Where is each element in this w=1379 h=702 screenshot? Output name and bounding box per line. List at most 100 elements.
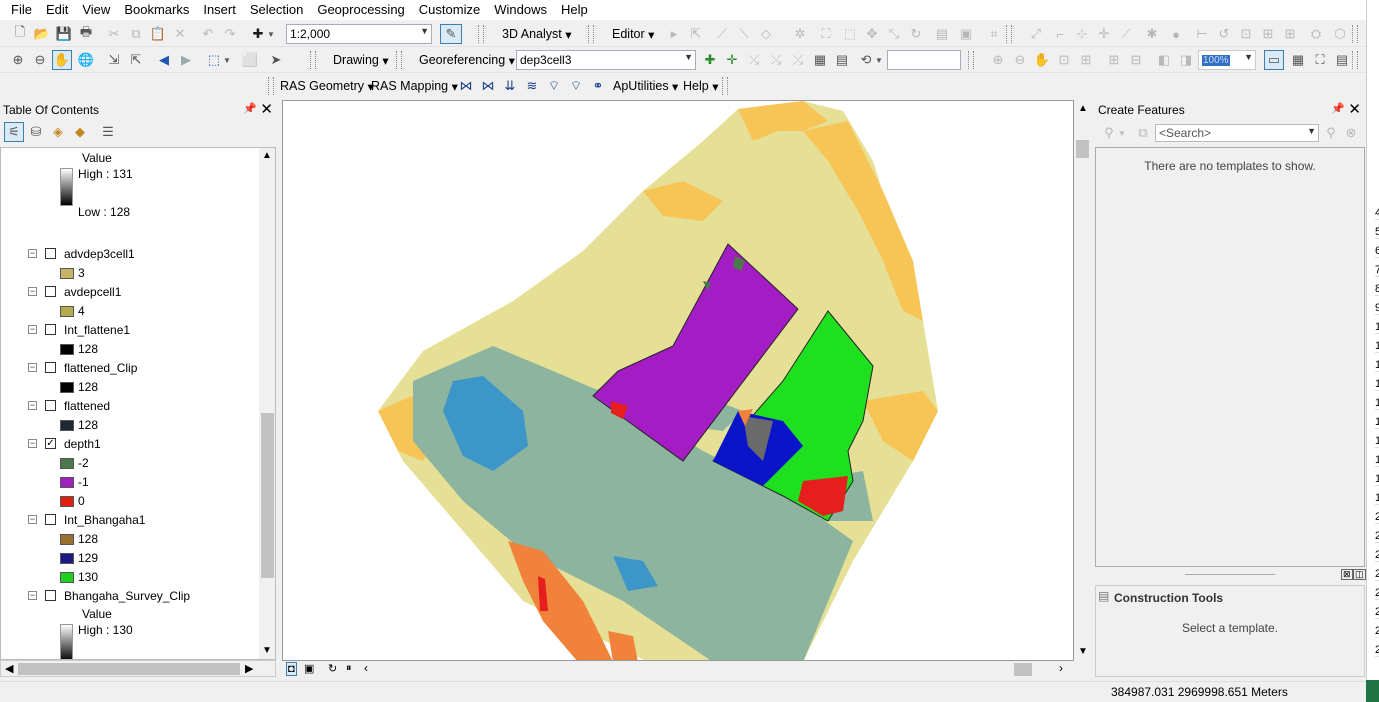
toolbar-grip[interactable]: [588, 25, 594, 43]
clear-search-icon[interactable]: ⊗: [1341, 123, 1361, 143]
menu-selection[interactable]: Selection: [243, 1, 310, 19]
georef-tool-c-icon[interactable]: ⤯: [788, 50, 808, 70]
georef-text-field[interactable]: [887, 50, 961, 70]
rotate-dropdown-icon[interactable]: ▼: [874, 50, 884, 70]
tool-f-icon[interactable]: ⛭: [1306, 24, 1326, 44]
paste-icon[interactable]: 📋: [148, 24, 168, 44]
legend-swatch[interactable]: [60, 306, 74, 317]
tool-d-icon[interactable]: ⊞: [1258, 24, 1278, 44]
legend-swatch[interactable]: [60, 553, 74, 564]
pan-icon[interactable]: ✋: [52, 50, 72, 70]
editor-toolbar-icon[interactable]: ✎: [440, 24, 462, 44]
collapse-icon[interactable]: ⊠: [1341, 569, 1353, 580]
redo-icon[interactable]: ↷: [220, 24, 240, 44]
add-control-points-icon[interactable]: ✚: [700, 50, 720, 70]
attributes-icon[interactable]: ▤: [932, 24, 952, 44]
pause-icon[interactable]: ⏸: [346, 662, 352, 675]
pin-icon[interactable]: 📌: [243, 102, 257, 115]
layer-visibility-checkbox[interactable]: [45, 590, 56, 601]
georef-cross-icon[interactable]: ✛: [1094, 24, 1114, 44]
list-by-visibility-icon[interactable]: ◈: [48, 122, 68, 142]
layer-expander-icon[interactable]: −: [28, 401, 37, 410]
scroll-up-icon[interactable]: ▲: [1078, 103, 1088, 114]
zoom-out-icon[interactable]: ⊖: [30, 50, 50, 70]
map-horizontal-scrollbar[interactable]: ◘ ▣ ↻ ⏸ ‹ ›: [282, 661, 1091, 678]
full-extent-icon[interactable]: 🌐: [76, 50, 96, 70]
map-vertical-scrollbar[interactable]: ▲ ▼: [1074, 100, 1091, 661]
toolbar-grip[interactable]: [1352, 25, 1358, 43]
toggle-draft-icon[interactable]: ▭: [1264, 50, 1284, 70]
toolbar-grip[interactable]: [1352, 51, 1358, 69]
layout-fixed-out-icon[interactable]: ⊟: [1126, 50, 1146, 70]
view-link-table-icon[interactable]: ▦: [810, 50, 830, 70]
add-data-icon[interactable]: ✚: [248, 24, 268, 44]
back-icon[interactable]: ◀: [154, 50, 174, 70]
ras-id-icon[interactable]: ⋈: [456, 76, 476, 96]
add-data-dropdown-icon[interactable]: ▼: [266, 24, 276, 44]
georef-add-icon[interactable]: ⊹: [1072, 24, 1092, 44]
toolbar-grip[interactable]: [478, 25, 484, 43]
tool-b-icon[interactable]: ↺: [1214, 24, 1234, 44]
data-view-icon[interactable]: ◘: [286, 662, 297, 676]
scroll-down-icon[interactable]: ▼: [1078, 646, 1088, 657]
scroll-up-icon[interactable]: ▲: [262, 150, 272, 161]
data-driven-pages-icon[interactable]: ▤: [1332, 50, 1352, 70]
fixed-zoom-in-icon[interactable]: ⇲: [104, 50, 124, 70]
menu-customize[interactable]: Customize: [412, 1, 487, 19]
ras-geometry-menu[interactable]: RAS Geometry ▾: [277, 76, 377, 96]
aputilities-menu[interactable]: ApUtilities ▾: [610, 76, 681, 96]
menu-geoprocessing[interactable]: Geoprocessing: [310, 1, 411, 19]
ras-rm-icon[interactable]: ⋈: [478, 76, 498, 96]
layer-name[interactable]: Bhangaha_Survey_Clip: [64, 589, 190, 603]
list-by-source-icon[interactable]: ⛁: [26, 122, 46, 142]
straight-segment-icon[interactable]: ⟋: [712, 24, 732, 44]
georef-tool-a-icon[interactable]: ⤯: [744, 50, 764, 70]
cut-polygon-icon[interactable]: ✲: [790, 24, 810, 44]
layer-visibility-checkbox[interactable]: [45, 400, 56, 411]
layer-expander-icon[interactable]: −: [28, 515, 37, 524]
pane-splitter[interactable]: ⊠ ◫: [1095, 567, 1366, 585]
georeferencing-menu[interactable]: Georeferencing ▾: [416, 50, 518, 70]
globe-icon[interactable]: ●: [1166, 24, 1186, 44]
legend-swatch[interactable]: [60, 420, 74, 431]
ras-stack-icon[interactable]: ≋: [522, 76, 542, 96]
drawing-menu[interactable]: Drawing ▾: [330, 50, 392, 70]
create-features-icon[interactable]: ▣: [956, 24, 976, 44]
organize-dropdown-icon[interactable]: ▼: [1117, 123, 1127, 143]
ras-arrows-icon[interactable]: ⇊: [500, 76, 520, 96]
toolbar-grip[interactable]: [396, 51, 402, 69]
zoom-in-icon[interactable]: ⊕: [8, 50, 28, 70]
layout-back-icon[interactable]: ◧: [1154, 50, 1174, 70]
tool-c-icon[interactable]: ⊡: [1236, 24, 1256, 44]
raster-map[interactable]: [283, 101, 1074, 661]
ras-link-icon[interactable]: ⚭: [588, 76, 608, 96]
delete-icon[interactable]: ✕: [170, 24, 190, 44]
layer-expander-icon[interactable]: −: [28, 249, 37, 258]
refresh-icon[interactable]: ↻: [328, 662, 337, 675]
options-icon[interactable]: ☰: [98, 122, 118, 142]
menu-help[interactable]: Help: [554, 1, 595, 19]
organize-templates-icon[interactable]: ⚲: [1099, 123, 1119, 143]
scroll-thumb[interactable]: [1014, 663, 1032, 676]
move-icon[interactable]: ✥: [862, 24, 882, 44]
map-scale-combo[interactable]: 1:2,000 ▼: [286, 24, 432, 44]
layer-expander-icon[interactable]: −: [28, 591, 37, 600]
georef-fit-icon[interactable]: ⤢: [1026, 24, 1046, 44]
tool-a-icon[interactable]: ⊢: [1192, 24, 1212, 44]
list-by-drawing-order-icon[interactable]: ⚟: [4, 122, 24, 142]
new-document-icon[interactable]: 🗋: [10, 24, 30, 44]
layout-zoom-in-icon[interactable]: ⊕: [988, 50, 1008, 70]
layer-name[interactable]: avdepcell1: [64, 285, 121, 299]
undo-icon[interactable]: ↶: [198, 24, 218, 44]
edit-tool-icon[interactable]: ▸: [664, 24, 684, 44]
layer-expander-icon[interactable]: −: [28, 287, 37, 296]
menu-bookmarks[interactable]: Bookmarks: [117, 1, 196, 19]
view-table-icon[interactable]: ▤: [832, 50, 852, 70]
scroll-down-icon[interactable]: ▼: [262, 645, 272, 656]
close-icon[interactable]: ✕: [1348, 100, 1361, 118]
forward-icon[interactable]: ▶: [176, 50, 196, 70]
georef-link-icon[interactable]: ⌐: [1050, 24, 1070, 44]
scale-icon[interactable]: ⤡: [884, 24, 904, 44]
rotate-icon[interactable]: ⬚: [840, 24, 860, 44]
focus-data-frame-icon[interactable]: ▦: [1288, 50, 1308, 70]
